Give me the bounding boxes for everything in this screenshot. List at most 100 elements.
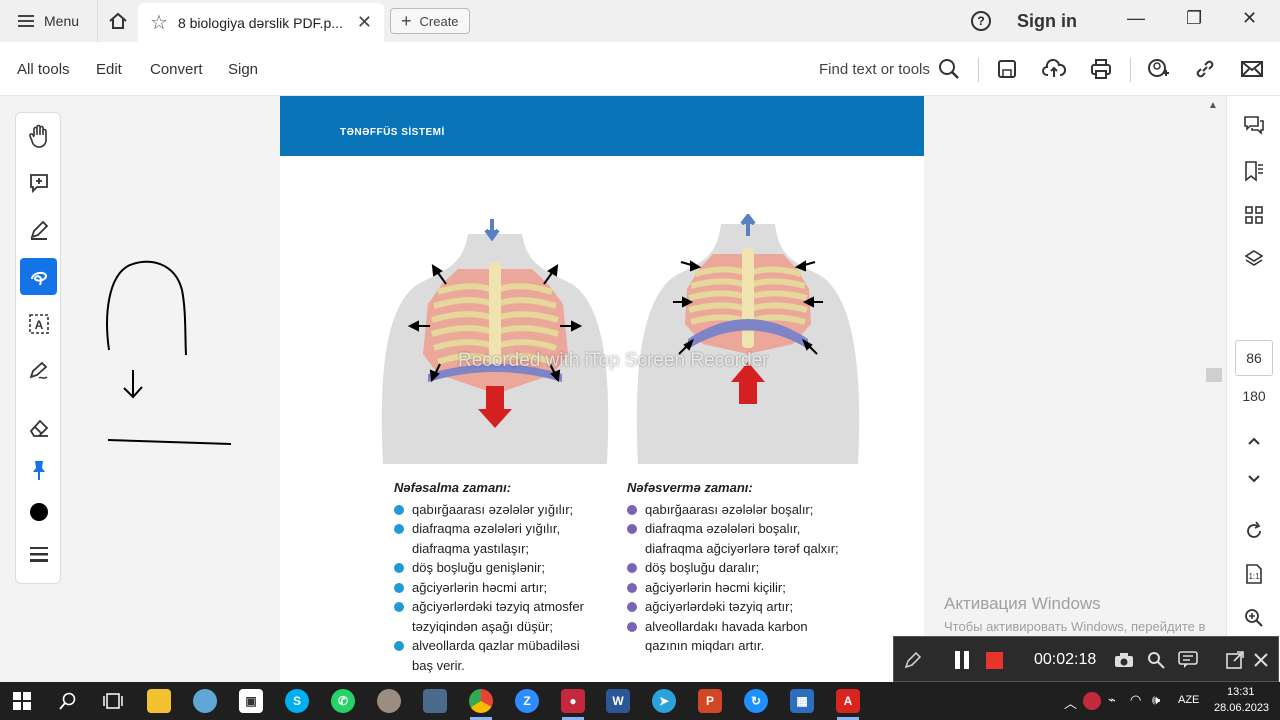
list-item: alveollardakı havada karbon qazının miqd… xyxy=(627,617,853,656)
tray-network-icon[interactable]: ⌁ xyxy=(1108,692,1116,708)
store-icon[interactable]: ▣ xyxy=(239,689,263,713)
tray-chevron-icon[interactable]: ︿ xyxy=(1064,693,1077,712)
eraser-tool-icon[interactable] xyxy=(20,409,57,446)
sign-tool-icon[interactable] xyxy=(20,352,57,389)
highlight-tool-icon[interactable] xyxy=(20,211,57,248)
draw-freeform-tool-icon[interactable] xyxy=(20,258,57,295)
minimize-icon[interactable]: — xyxy=(1127,8,1145,29)
clock-date[interactable]: 28.06.2023 xyxy=(1214,702,1269,714)
layers-icon[interactable] xyxy=(1239,244,1269,274)
restore-icon[interactable]: ❐ xyxy=(1186,8,1202,29)
file-explorer-icon[interactable] xyxy=(147,689,171,713)
list-item: diafraqma əzələləri yığılır, diafraqma y… xyxy=(394,519,604,558)
sign-menu[interactable]: Sign xyxy=(228,61,258,78)
menu-label: Menu xyxy=(44,13,80,29)
monitor-app-icon[interactable] xyxy=(423,689,447,713)
zoom-app-icon[interactable]: Z xyxy=(515,689,539,713)
zoom-icon[interactable] xyxy=(1145,649,1167,671)
close-window-icon[interactable]: ✕ xyxy=(1242,8,1257,29)
list-item: ağciyərlərin həcmi kiçilir; xyxy=(627,578,853,598)
tab-title: 8 biologiya dərslik PDF.p... xyxy=(177,14,343,31)
page-number-input[interactable]: 86 xyxy=(1235,340,1273,376)
recording-timer: 00:02:18 xyxy=(1034,651,1097,668)
network-app-icon[interactable] xyxy=(377,689,401,713)
email-icon[interactable] xyxy=(1238,55,1266,83)
hand-tool-icon[interactable] xyxy=(20,117,57,154)
pin-tool-icon[interactable] xyxy=(20,451,57,488)
upload-cloud-icon[interactable] xyxy=(1040,55,1068,83)
paint-app-icon[interactable] xyxy=(193,689,217,713)
help-icon[interactable]: ? xyxy=(971,11,991,31)
pause-icon[interactable] xyxy=(951,649,973,671)
refresh-app-icon[interactable]: ↻ xyxy=(744,689,768,713)
exhale-title: Nəfəsvermə zamanı: xyxy=(627,480,753,495)
home-icon xyxy=(108,12,127,29)
scroll-up-icon[interactable]: ▲ xyxy=(1208,100,1218,111)
create-button[interactable]: + Create xyxy=(390,8,470,34)
text-box-tool-icon[interactable]: A xyxy=(20,305,57,342)
skype-icon[interactable]: S xyxy=(285,689,309,713)
thumbnails-icon[interactable] xyxy=(1239,200,1269,230)
previous-page-icon[interactable] xyxy=(1239,426,1269,456)
acrobat-icon[interactable]: A xyxy=(836,689,860,713)
page-size-icon[interactable]: 1:1 xyxy=(1239,559,1269,589)
comments-panel-icon[interactable] xyxy=(1239,110,1269,140)
language-indicator[interactable]: AZE xyxy=(1178,694,1199,706)
all-tools-menu[interactable]: All tools xyxy=(17,61,70,78)
page-header-title: TƏNƏFFÜS SİSTEMİ xyxy=(340,127,445,138)
tray-wifi-icon[interactable]: ◠ xyxy=(1130,692,1141,708)
telegram-icon[interactable]: ➤ xyxy=(652,689,676,713)
find-text-label[interactable]: Find text or tools xyxy=(819,61,930,78)
inhale-title: Nəfəsalma zamanı: xyxy=(394,480,512,495)
windows-start-icon[interactable] xyxy=(10,689,34,713)
camera-icon[interactable] xyxy=(1113,649,1135,671)
edit-menu[interactable]: Edit xyxy=(96,61,122,78)
taskbar-search-icon[interactable] xyxy=(56,689,80,713)
chrome-icon[interactable] xyxy=(469,689,493,713)
print-icon[interactable] xyxy=(1087,55,1115,83)
windows-taskbar: ▣ S ✆ Z ● W ➤ P ↻ ▦ A ︿ ⌁ ◠ 🕪 AZE 13:31 … xyxy=(0,682,1280,720)
whatsapp-icon[interactable]: ✆ xyxy=(331,689,355,713)
rotate-icon[interactable] xyxy=(1239,516,1269,546)
menu-button[interactable]: Menu xyxy=(0,0,97,42)
next-page-icon[interactable] xyxy=(1239,464,1269,494)
home-button[interactable] xyxy=(97,0,137,42)
document-tab[interactable]: ☆ 8 biologiya dərslik PDF.p... ✕ xyxy=(138,3,384,42)
exhale-list: Nəfəsvermə zamanı: qabırğaarası əzələlər… xyxy=(627,478,853,656)
svg-text:1:1: 1:1 xyxy=(1248,572,1260,581)
recorder-app-icon[interactable]: ● xyxy=(561,689,585,713)
close-tab-icon[interactable]: ✕ xyxy=(357,12,372,33)
bookmarks-icon[interactable] xyxy=(1239,156,1269,186)
star-icon[interactable]: ☆ xyxy=(150,10,168,35)
clock-time[interactable]: 13:31 xyxy=(1227,686,1255,698)
tray-recorder-icon[interactable] xyxy=(1083,692,1101,710)
link-icon[interactable] xyxy=(1191,55,1219,83)
list-item: qabırğaarası əzələlər yığılır; xyxy=(394,500,604,520)
zoom-in-icon[interactable] xyxy=(1239,603,1269,633)
share-user-icon[interactable] xyxy=(1144,55,1172,83)
save-icon[interactable] xyxy=(993,55,1021,83)
tray-speaker-icon[interactable]: 🕪 xyxy=(1152,692,1160,708)
minimize-recorder-icon[interactable] xyxy=(1224,649,1246,671)
activation-title: Активация Windows xyxy=(944,594,1101,613)
list-item: döş boşluğu genişlənir; xyxy=(394,558,604,578)
stop-icon[interactable] xyxy=(983,649,1005,671)
task-view-icon[interactable] xyxy=(101,689,125,713)
color-picker-icon[interactable] xyxy=(20,493,57,530)
line-thickness-icon[interactable] xyxy=(20,535,57,572)
convert-menu[interactable]: Convert xyxy=(150,61,203,78)
calculator-icon[interactable]: ▦ xyxy=(790,689,814,713)
comment-tool-icon[interactable] xyxy=(20,164,57,201)
word-icon[interactable]: W xyxy=(606,689,630,713)
list-item: alveollarda qazlar mübadiləsi baş verir. xyxy=(394,636,604,675)
sign-in-button[interactable]: Sign in xyxy=(1017,11,1077,32)
powerpoint-icon[interactable]: P xyxy=(698,689,722,713)
exhale-illustration xyxy=(636,214,860,464)
scroll-thumb[interactable] xyxy=(1206,368,1222,382)
pen-icon[interactable] xyxy=(902,649,924,671)
plus-icon: + xyxy=(401,11,412,31)
search-icon[interactable] xyxy=(935,55,963,83)
annotation-icon[interactable] xyxy=(1177,649,1199,671)
main-toolbar: All tools Edit Convert Sign Find text or… xyxy=(0,42,1280,96)
close-recorder-icon[interactable] xyxy=(1250,649,1272,671)
